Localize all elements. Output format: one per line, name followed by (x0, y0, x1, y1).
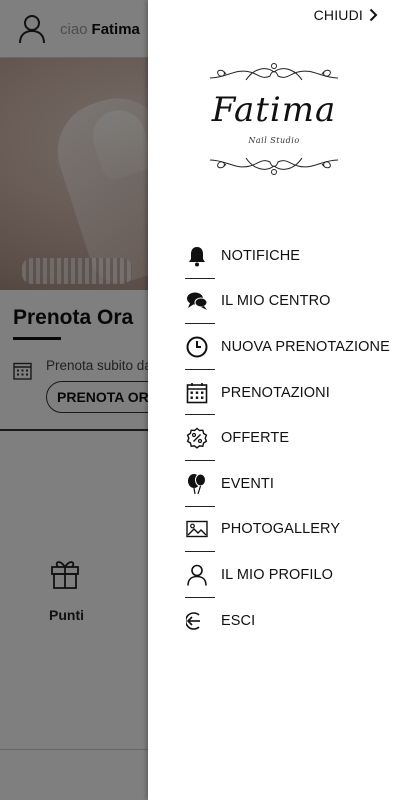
menu-label: NUOVA PRENOTAZIONE (221, 338, 390, 355)
menu-item-il-mio-centro[interactable]: IL MIO CENTRO (185, 279, 400, 325)
menu-label: NOTIFICHE (221, 247, 301, 264)
logout-icon (185, 609, 209, 633)
menu-item-photogallery[interactable]: PHOTOGALLERY (185, 507, 400, 553)
drawer-menu: NOTIFICHE IL MIO CENTRO NUOVA PRENOTAZIO… (185, 233, 400, 643)
clock-icon (185, 335, 209, 359)
logo-name: Fatima (211, 90, 337, 130)
studio-logo: Fatima Nail Studio (206, 62, 342, 180)
chevron-right-icon (369, 8, 378, 22)
menu-item-esci[interactable]: ESCI (185, 598, 400, 644)
logo-tagline: Nail Studio (248, 136, 300, 145)
menu-label: OFFERTE (221, 430, 290, 447)
menu-label: PRENOTAZIONI (221, 384, 330, 401)
close-button[interactable]: CHIUDI (314, 7, 378, 23)
menu-label: IL MIO CENTRO (221, 293, 331, 310)
menu-label: PHOTOGALLERY (221, 521, 341, 538)
menu-label: IL MIO PROFILO (221, 566, 334, 583)
menu-item-notifiche[interactable]: NOTIFICHE (185, 233, 400, 279)
balloons-icon (185, 472, 209, 496)
menu-label: EVENTI (221, 475, 274, 492)
bell-icon (185, 244, 209, 268)
side-drawer: CHIUDI Fatima Nail Studio NOTIFICHE IL M… (148, 0, 400, 800)
menu-item-nuova-prenotazione[interactable]: NUOVA PRENOTAZIONE (185, 324, 400, 370)
image-icon (185, 517, 209, 541)
user-icon (185, 563, 209, 587)
calendar-icon (185, 381, 209, 405)
close-label: CHIUDI (313, 7, 363, 23)
chat-bubbles-icon (185, 289, 209, 313)
menu-item-offerte[interactable]: OFFERTE (185, 415, 400, 461)
flourish-ornament (209, 157, 339, 175)
menu-item-il-mio-profilo[interactable]: IL MIO PROFILO (185, 552, 400, 598)
percent-badge-icon (185, 426, 209, 450)
menu-label: ESCI (221, 612, 256, 629)
menu-item-prenotazioni[interactable]: PRENOTAZIONI (185, 370, 400, 416)
menu-item-eventi[interactable]: EVENTI (185, 461, 400, 507)
flourish-ornament (209, 63, 339, 81)
